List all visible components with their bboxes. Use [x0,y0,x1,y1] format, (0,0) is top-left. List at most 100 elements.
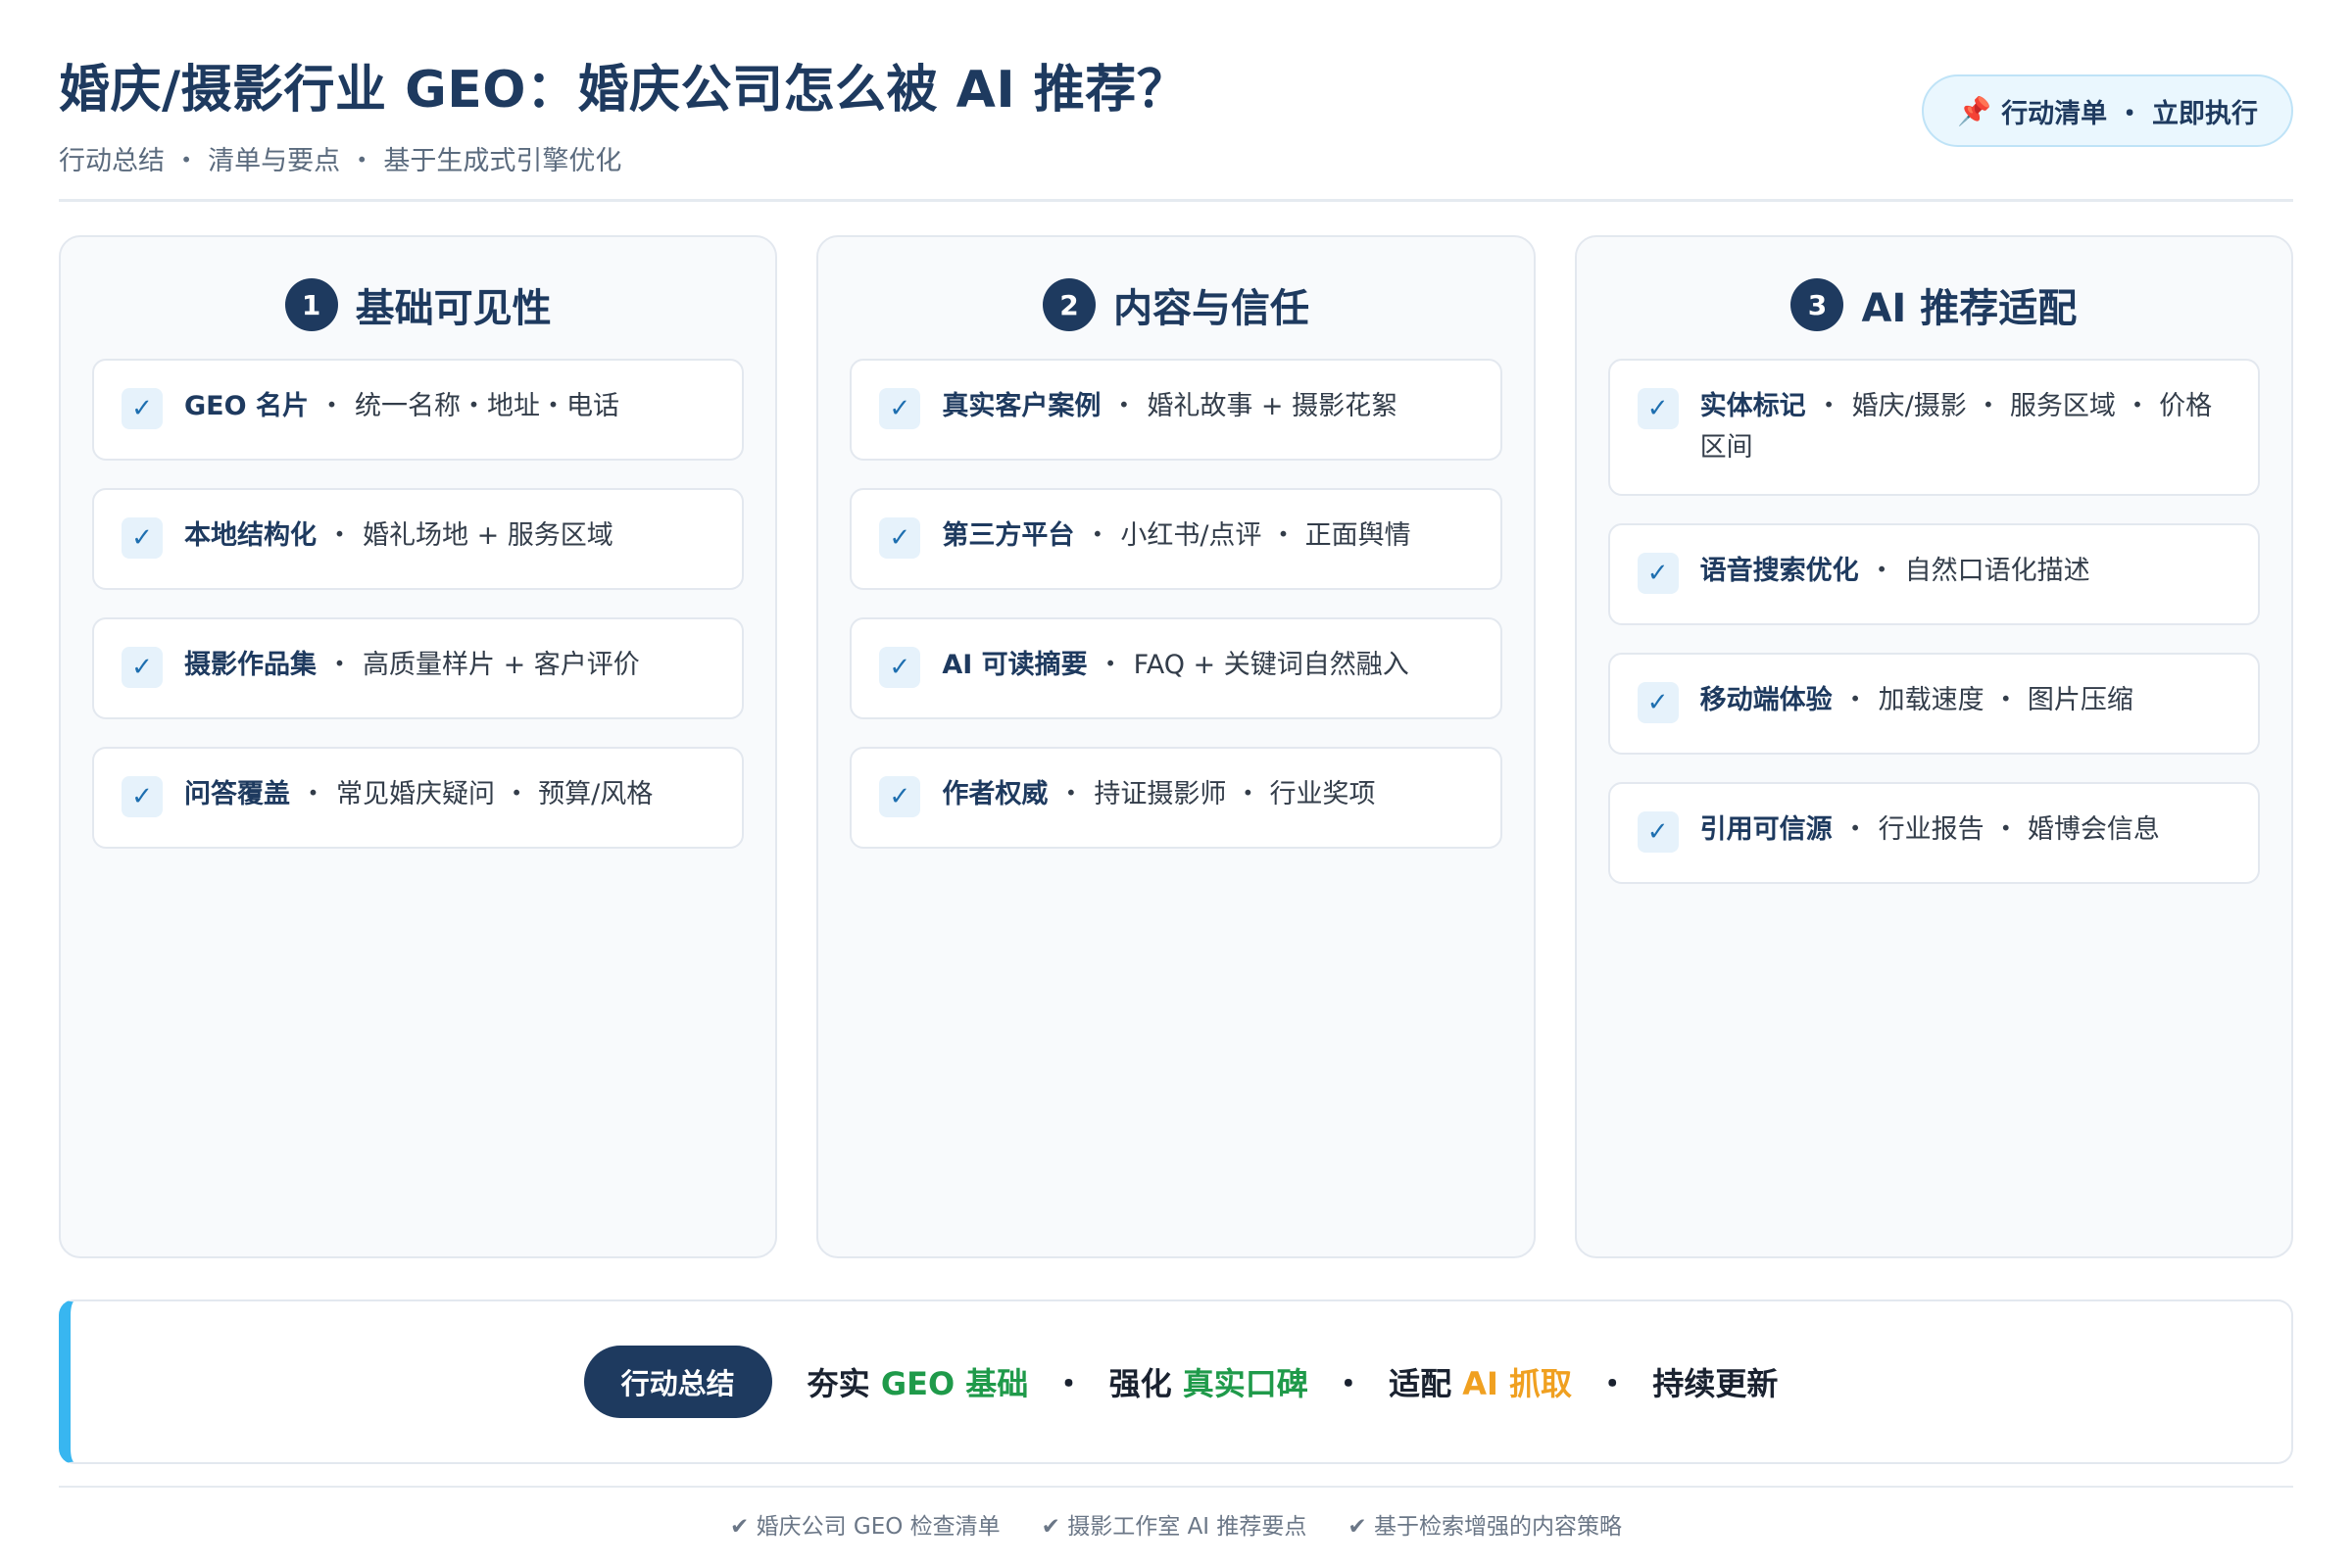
footer-note: ✔ 摄影工作室 AI 推荐要点 [1041,1514,1307,1540]
column-title: AI 推荐适配 [1861,286,2078,331]
step-number: 3 [1790,278,1844,331]
item-key: 引用可信源 [1699,814,1833,845]
item-key: 作者权威 [942,779,1049,809]
item-detail: 自然口语化描述 [1904,556,2090,586]
checklist-item[interactable]: ✓ 引用可信源・行业报告 ・ 婚博会信息 [1607,782,2260,884]
item-key: 本地结构化 [184,520,317,551]
column-content-trust: 2 内容与信任 ✓ 真实客户案例・婚礼故事 + 摄影花絮 ✓ 第三方平台・小红书… [816,235,1536,1258]
item-text: AI 可读摘要・ FAQ + 关键词自然融入 [942,645,1408,686]
check-icon: ✓ [879,388,921,429]
checklist-item[interactable]: ✓ GEO 名片・统一名称・地址・电话 [92,359,745,461]
item-text: 摄影作品集・高质量样片 + 客户评价 [184,645,640,686]
column-header: 1 基础可见性 [92,274,744,335]
summary-separator: ・ [1332,1365,1364,1402]
item-key: 问答覆盖 [184,779,290,809]
check-icon: ✓ [1637,811,1679,853]
item-separator: ・ [1841,685,1869,715]
item-detail: 统一名称・地址・电话 [354,391,619,421]
header: 婚庆/摄影行业 GEO：婚庆公司怎么被 AI 推荐？ 行动总结 ・ 清单与要点 … [59,55,2293,202]
item-detail: 高质量样片 + 客户评价 [363,650,640,680]
item-separator: ・ [326,520,353,551]
check-icon: ✓ [879,647,921,688]
action-summary: 行动总结 夯实 GEO 基础 ・ 强化 真实口碑 ・ 适配 AI 抓取 ・ 持续… [59,1299,2293,1464]
check-icon: ✓ [122,388,163,429]
summary-part: 持续更新 [1652,1365,1779,1402]
item-text: 第三方平台・小红书/点评 ・ 正面舆情 [942,515,1410,557]
summary-part: 强化 [1108,1365,1183,1402]
summary-highlight: 真实口碑 [1182,1365,1308,1402]
checklist-item[interactable]: ✓ 本地结构化・婚礼场地 + 服务区域 [92,488,745,590]
footer: ✔ 婚庆公司 GEO 检查清单 ✔ 摄影工作室 AI 推荐要点 ✔ 基于检索增强… [59,1486,2293,1541]
item-separator: ・ [1057,779,1085,809]
item-detail: 加载速度 ・ 图片压缩 [1878,685,2133,715]
item-separator: ・ [1868,556,1895,586]
summary-part: 适配 [1389,1365,1463,1402]
summary-separator: ・ [1596,1365,1629,1402]
item-separator: ・ [1815,391,1842,421]
column-header: 3 AI 推荐适配 [1608,274,2260,335]
item-key: 移动端体验 [1699,685,1833,715]
column-header: 2 内容与信任 [850,274,1501,335]
item-text: 作者权威・持证摄影师 ・ 行业奖项 [942,774,1375,815]
item-text: 问答覆盖・常见婚庆疑问 ・ 预算/风格 [184,774,653,815]
column-title: 基础可见性 [355,286,552,331]
checklist-item[interactable]: ✓ AI 可读摘要・ FAQ + 关键词自然融入 [850,617,1502,719]
summary-pill: 行动总结 [583,1346,772,1418]
checklist-item[interactable]: ✓ 实体标记・婚庆/摄影 ・ 服务区域 ・ 价格区间 [1607,359,2260,496]
columns: 1 基础可见性 ✓ GEO 名片・统一名称・地址・电话 ✓ 本地结构化・婚礼场地… [59,235,2293,1258]
item-separator: ・ [1841,814,1869,845]
column-foundation: 1 基础可见性 ✓ GEO 名片・统一名称・地址・电话 ✓ 本地结构化・婚礼场地… [59,235,778,1258]
item-detail: 行业报告 ・ 婚博会信息 [1878,814,2160,845]
badge-label: 行动清单 ・ 立即执行 [2001,98,2258,129]
item-detail: 小红书/点评 ・ 正面舆情 [1120,520,1411,551]
check-icon: ✓ [1637,682,1679,723]
page: 婚庆/摄影行业 GEO：婚庆公司怎么被 AI 推荐？ 行动总结 ・ 清单与要点 … [0,0,2352,1568]
check-icon: ✓ [122,647,163,688]
pushpin-icon: 📌 [1957,94,1992,127]
item-separator: ・ [1110,391,1138,421]
item-key: 第三方平台 [942,520,1075,551]
item-key: 语音搜索优化 [1699,556,1859,586]
summary-part: 夯实 [807,1365,881,1402]
item-key: 实体标记 [1699,391,1806,421]
check-icon: ✓ [122,776,163,817]
summary-separator: ・ [1053,1365,1085,1402]
checklist-item[interactable]: ✓ 问答覆盖・常见婚庆疑问 ・ 预算/风格 [92,747,745,849]
item-text: 移动端体验・加载速度 ・ 图片压缩 [1700,680,2133,721]
item-key: GEO 名片 [184,391,309,421]
step-number: 1 [284,278,338,331]
check-icon: ✓ [122,517,163,559]
item-text: 真实客户案例・婚礼故事 + 摄影花絮 [942,386,1397,427]
item-detail: 常见婚庆疑问 ・ 预算/风格 [336,779,654,809]
summary-highlight: AI 抓取 [1462,1365,1573,1402]
footer-note: ✔ 婚庆公司 GEO 检查清单 [730,1514,1001,1540]
check-icon: ✓ [879,517,921,559]
item-text: 本地结构化・婚礼场地 + 服务区域 [184,515,613,557]
item-text: GEO 名片・统一名称・地址・电话 [184,386,619,427]
checklist-item[interactable]: ✓ 移动端体验・加载速度 ・ 图片压缩 [1607,653,2260,755]
checklist-item[interactable]: ✓ 摄影作品集・高质量样片 + 客户评价 [92,617,745,719]
checklist-item[interactable]: ✓ 语音搜索优化・自然口语化描述 [1607,523,2260,625]
item-text: 实体标记・婚庆/摄影 ・ 服务区域 ・ 价格区间 [1700,386,2230,468]
item-detail: FAQ + 关键词自然融入 [1133,650,1409,680]
item-separator: ・ [326,650,353,680]
checklist-item[interactable]: ✓ 第三方平台・小红书/点评 ・ 正面舆情 [850,488,1502,590]
check-icon: ✓ [1637,553,1679,594]
step-number: 2 [1042,278,1096,331]
column-title: 内容与信任 [1112,286,1309,331]
check-icon: ✓ [1637,388,1679,429]
summary-highlight: GEO 基础 [880,1365,1029,1402]
item-separator: ・ [318,391,345,421]
item-separator: ・ [1097,650,1124,680]
item-detail: 持证摄影师 ・ 行业奖项 [1094,779,1376,809]
column-ai-fit: 3 AI 推荐适配 ✓ 实体标记・婚庆/摄影 ・ 服务区域 ・ 价格区间 ✓ 语… [1574,235,2293,1258]
action-list-badge[interactable]: 📌 行动清单 ・ 立即执行 [1922,74,2293,147]
checklist-item[interactable]: ✓ 作者权威・持证摄影师 ・ 行业奖项 [850,747,1502,849]
item-detail: 婚礼故事 + 摄影花絮 [1147,391,1398,421]
item-text: 语音搜索优化・自然口语化描述 [1700,551,2090,592]
check-icon: ✓ [879,776,921,817]
item-key: 摄影作品集 [184,650,317,680]
item-separator: ・ [300,779,326,809]
checklist-item[interactable]: ✓ 真实客户案例・婚礼故事 + 摄影花絮 [850,359,1502,461]
item-key: 真实客户案例 [942,391,1102,421]
